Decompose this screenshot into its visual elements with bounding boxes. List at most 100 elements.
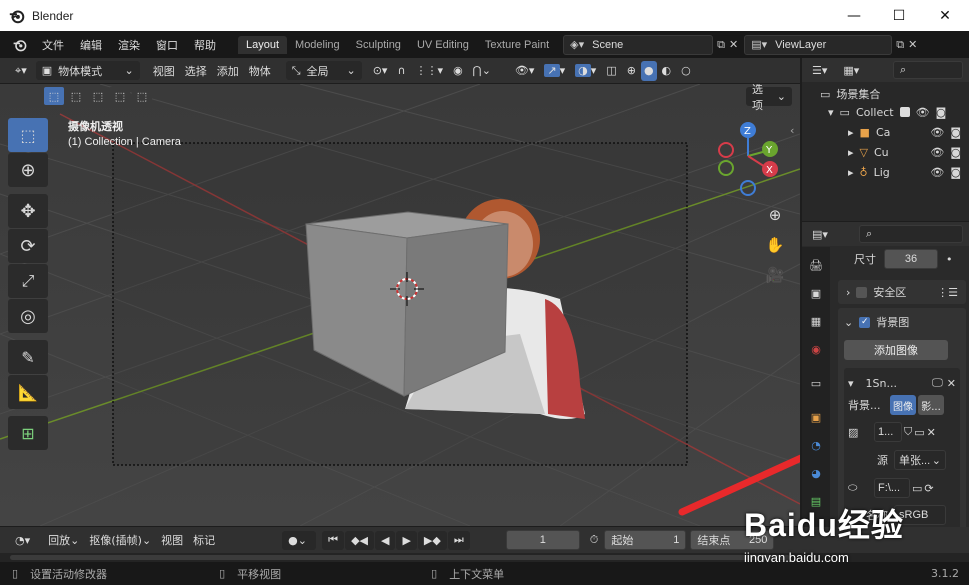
tool-scale[interactable]: ⤢	[8, 264, 48, 298]
editor-type-button[interactable]: ⌖▾	[10, 61, 32, 81]
safe-area-checkbox[interactable]	[856, 286, 868, 298]
camera-render-icon[interactable]: ◙	[950, 146, 961, 159]
visibility-button[interactable]: 👁▾	[510, 61, 540, 81]
filter-display-icon[interactable]: ▦▾	[843, 64, 859, 77]
camera-render-icon[interactable]: ◙	[950, 166, 961, 179]
navigation-gizmo[interactable]: Z Y X	[712, 120, 784, 200]
overlay-toggle[interactable]: ◑ ▾	[570, 61, 601, 81]
select-invert-icon[interactable]: ⬚	[110, 87, 130, 105]
view-layer-tab-icon[interactable]: ▦	[802, 309, 830, 333]
jump-start-button[interactable]: ⏮	[322, 530, 345, 550]
tool-rotate[interactable]: ⟳	[8, 229, 48, 263]
physics-tab-icon[interactable]: ◕	[802, 461, 830, 485]
falloff-button[interactable]: ⋂⌄	[468, 61, 496, 81]
current-frame-field[interactable]: 1	[505, 530, 580, 550]
timeline-view-menu[interactable]: 视图	[156, 530, 188, 550]
3d-viewport[interactable]: 摄像机透视 (1) Collection | Camera Z Y X ⊕ ✋ …	[0, 84, 800, 526]
start-frame-field[interactable]: 起始 1	[604, 530, 687, 550]
blender-menu-icon[interactable]	[12, 37, 28, 53]
background-images-checkbox[interactable]: ✓	[859, 316, 871, 328]
menu-view[interactable]: 视图	[148, 61, 180, 81]
monitor-icon[interactable]: 🖵	[932, 376, 943, 390]
scene-selector[interactable]: ◈▾ Scene	[563, 34, 714, 55]
pan-hand-icon[interactable]: ✋	[762, 232, 788, 258]
menu-add[interactable]: 添加	[212, 61, 244, 81]
next-keyframe-button[interactable]: ▶◆	[417, 530, 447, 550]
checkbox-icon[interactable]	[899, 107, 910, 117]
tab-uv-editing[interactable]: UV Editing	[409, 36, 477, 54]
close-button[interactable]: ✕	[922, 0, 968, 31]
keyframe-dot-icon[interactable]: •	[946, 253, 953, 266]
transform-orientation-dropdown[interactable]: ⤡ 全局 ⌄	[285, 61, 362, 80]
reload-icon[interactable]: ⟳	[924, 482, 933, 495]
sidebar-toggle-icon[interactable]: ‹	[790, 124, 794, 137]
eye-icon[interactable]: 👁	[916, 106, 930, 119]
image-thumbnail-icon[interactable]: ▨	[848, 426, 872, 439]
select-subtract-icon[interactable]: ⬚	[88, 87, 108, 105]
collection-tab-icon[interactable]: ▭	[802, 371, 830, 395]
tab-sculpting[interactable]: Sculpting	[348, 36, 409, 54]
options-dropdown[interactable]: 选项 ⌄	[746, 84, 792, 112]
menu-window[interactable]: 窗口	[148, 37, 186, 53]
shading-wireframe[interactable]: ⊕	[622, 61, 641, 81]
tool-tab-icon[interactable]: 🖨	[802, 253, 830, 277]
tool-add-cube[interactable]: ⊞	[8, 416, 48, 450]
zoom-icon[interactable]: ⊕	[762, 202, 788, 228]
viewlayer-copy-icon[interactable]: ⧉	[896, 38, 904, 52]
object-tab-icon[interactable]: ▣	[802, 405, 830, 429]
prev-keyframe-button[interactable]: ◆◀	[345, 530, 374, 550]
tool-move[interactable]: ✥	[8, 194, 48, 228]
camera-render-icon[interactable]: ◙	[936, 106, 947, 119]
tool-cursor[interactable]: ⊕	[8, 153, 48, 187]
select-new-icon[interactable]: ⬚	[44, 87, 64, 105]
pivot-button[interactable]: ⊙▾	[368, 61, 393, 81]
unlink-icon[interactable]: ✕	[927, 426, 936, 439]
remove-image-icon[interactable]: ✕	[947, 377, 956, 390]
snap-options[interactable]: ⋮⋮▾	[411, 61, 449, 81]
tool-measure[interactable]: 📐	[8, 375, 48, 409]
mode-dropdown[interactable]: ▣ 物体模式 ⌄	[35, 61, 140, 80]
folder-open-icon[interactable]: ▭	[912, 482, 922, 495]
add-image-button[interactable]: 添加图像	[844, 340, 948, 360]
viewlayer-selector[interactable]: ▤▾ ViewLayer	[744, 34, 893, 55]
tab-texture-paint[interactable]: Texture Paint	[477, 36, 557, 54]
timeline-scrollbar[interactable]	[10, 555, 790, 560]
scene-copy-icon[interactable]: ⧉	[717, 38, 725, 52]
tool-transform[interactable]: ◎	[8, 299, 48, 333]
menu-render[interactable]: 渲染	[110, 37, 148, 53]
camera-render-icon[interactable]: ◙	[950, 126, 961, 139]
safe-area-panel-header[interactable]: › 安全区 ⋮☰	[838, 280, 966, 304]
proportional-toggle[interactable]: ◉	[448, 61, 468, 81]
scene-tab-icon[interactable]: ◉	[802, 337, 830, 361]
shading-rendered[interactable]: ○	[676, 61, 696, 81]
playback-menu[interactable]: 回放 ⌄	[43, 530, 84, 550]
autokey-toggle[interactable]: ● ⌄	[282, 530, 317, 550]
select-intersect-icon[interactable]: ⬚	[132, 87, 152, 105]
image-entry-header[interactable]: ▾ 1Sn... 🖵 ✕	[848, 372, 956, 394]
viewlayer-remove-icon[interactable]: ✕	[908, 38, 917, 51]
size-field[interactable]: 36	[884, 249, 938, 269]
folder-icon[interactable]: ▭	[914, 426, 924, 439]
eye-icon[interactable]: 👁	[930, 146, 944, 159]
outliner-search[interactable]: ⌕	[893, 61, 963, 79]
properties-editor-icon[interactable]: ▤▾	[812, 228, 828, 241]
outliner-item-cube[interactable]: ▸ ▽ Cu 👁 ◙	[802, 142, 969, 162]
keying-menu[interactable]: 抠像(插帧) ⌄	[84, 530, 156, 550]
source-movie-tab[interactable]: 影...	[918, 395, 944, 415]
source-image-tab[interactable]: 图像	[890, 395, 916, 415]
play-reverse-button[interactable]: ◀	[374, 530, 396, 550]
drag-handle-icon[interactable]: ⋮☰	[937, 286, 958, 299]
shading-solid[interactable]: ●	[640, 60, 657, 81]
image-datablock-field[interactable]: 1...	[874, 422, 902, 442]
select-extend-icon[interactable]: ⬚	[66, 87, 86, 105]
minimize-button[interactable]: —	[831, 0, 877, 31]
tool-annotate[interactable]: ✎	[8, 340, 48, 374]
outliner-editor-icon[interactable]: ☰▾	[812, 64, 827, 77]
scene-remove-icon[interactable]: ✕	[729, 38, 738, 51]
snap-toggle[interactable]: ∩	[392, 61, 410, 81]
menu-edit[interactable]: 编辑	[72, 37, 110, 53]
background-images-header[interactable]: ⌄ ✓ 背景图	[844, 312, 960, 332]
outliner-item-light[interactable]: ▸ ♁ Lig 👁 ◙	[802, 162, 969, 182]
marker-menu[interactable]: 标记	[188, 530, 220, 550]
shield-icon[interactable]: ⛉	[904, 425, 912, 439]
